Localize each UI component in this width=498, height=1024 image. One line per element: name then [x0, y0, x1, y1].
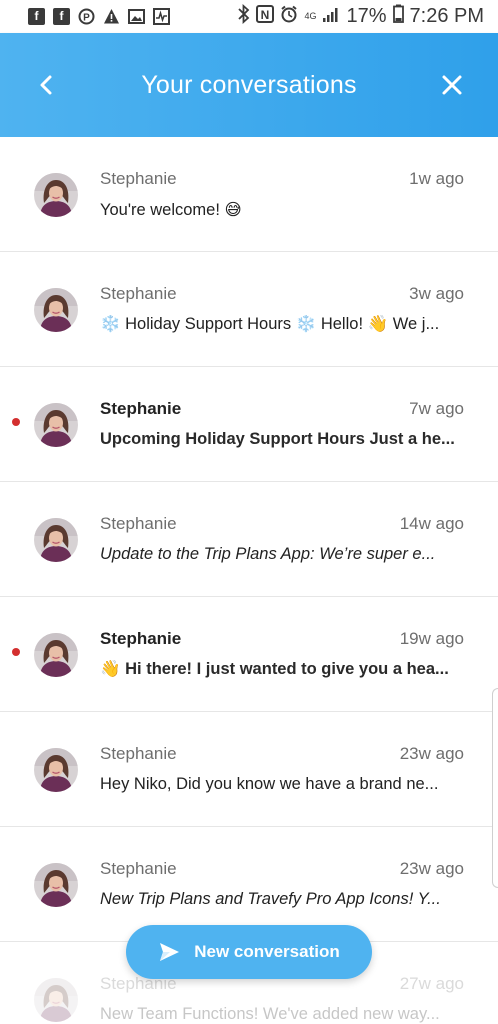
timestamp: 23w ago [399, 744, 464, 763]
new-conversation-button[interactable]: New conversation [126, 925, 372, 979]
back-button[interactable] [30, 69, 62, 101]
close-icon [442, 75, 462, 95]
nfc-icon: N [256, 4, 275, 29]
send-icon [160, 943, 180, 961]
avatar [34, 633, 78, 677]
timestamp: 19w ago [399, 629, 464, 648]
pinterest-icon: P [78, 8, 95, 25]
sender-name: Stephanie [100, 859, 177, 878]
sender-name: Stephanie [100, 399, 182, 418]
conversation-row[interactable]: Stephanie 3w ago ❄️ Holiday Support Hours … [0, 252, 498, 367]
avatar [34, 863, 78, 907]
timestamp: 1w ago [409, 169, 464, 188]
scrollbar[interactable] [492, 688, 498, 888]
status-right: N 4G 17% 7:26 PM [238, 3, 484, 30]
close-button[interactable] [436, 69, 468, 101]
sender-name: Stephanie [100, 629, 182, 648]
avatar [34, 288, 78, 332]
page-title: Your conversations [141, 70, 357, 99]
alarm-icon [280, 5, 298, 29]
timestamp: 23w ago [399, 859, 464, 878]
message-preview: ❄️ Holiday Support Hours ❄️ Hello! 👋 We … [100, 315, 440, 333]
facebook-icon: f [28, 8, 45, 25]
timestamp: 14w ago [399, 514, 464, 533]
unread-indicator [12, 418, 20, 426]
signal-icon [322, 5, 340, 29]
app-header: Your conversations [0, 33, 498, 137]
sender-name: Stephanie [100, 284, 177, 303]
timestamp: 7w ago [409, 399, 464, 418]
battery-icon [392, 4, 404, 29]
message-preview: New Team Functions! We've added new way.… [100, 1005, 440, 1023]
svg-text:P: P [83, 13, 90, 24]
sender-name: Stephanie [100, 744, 177, 763]
conversation-row[interactable]: Stephanie 1w ago You're welcome! 😅 [0, 137, 498, 252]
conversation-row[interactable]: Stephanie 23w ago Hey Niko, Did you know w… [0, 712, 498, 827]
message-preview: Hey Niko, Did you know we have a brand n… [100, 775, 439, 793]
new-conversation-label: New conversation [194, 942, 340, 961]
avatar [34, 978, 78, 1022]
message-preview: Upcoming Holiday Support Hours Just a he… [100, 430, 455, 448]
bluetooth-icon [238, 3, 250, 30]
status-left-icons: f f P [28, 8, 170, 25]
avatar [34, 173, 78, 217]
sender-name: Stephanie [100, 169, 177, 188]
message-preview: You're welcome! 😅 [100, 201, 242, 219]
conversation-list: Stephanie 1w ago You're welcome! 😅 Stephan… [0, 137, 498, 1024]
conversation-row[interactable]: Stephanie 7w ago Upcoming Holiday Support … [0, 367, 498, 482]
status-bar: f f P N 4G 17% 7:26 PM [0, 0, 498, 33]
image-icon [128, 8, 145, 25]
conversation-row[interactable]: Stephanie 14w ago Update to the Trip Plans… [0, 482, 498, 597]
pulse-icon [153, 8, 170, 25]
message-preview: Update to the Trip Plans App: We’re supe… [100, 545, 436, 563]
battery-percent: 17% [346, 5, 387, 27]
warning-icon [103, 8, 120, 25]
conversation-row[interactable]: Stephanie 19w ago 👋 Hi there! I just wante… [0, 597, 498, 712]
sender-name: Stephanie [100, 514, 177, 533]
facebook-icon: f [53, 8, 70, 25]
unread-indicator [12, 648, 20, 656]
chevron-left-icon [40, 75, 52, 95]
network-type: 4G [304, 11, 317, 21]
avatar [34, 403, 78, 447]
message-preview: New Trip Plans and Travefy Pro App Icons… [100, 890, 441, 908]
svg-text:N: N [261, 8, 270, 22]
clock: 7:26 PM [409, 5, 484, 27]
timestamp: 27w ago [399, 974, 464, 993]
timestamp: 3w ago [409, 284, 464, 303]
avatar [34, 518, 78, 562]
avatar [34, 748, 78, 792]
message-preview: 👋 Hi there! I just wanted to give you a … [100, 660, 449, 678]
